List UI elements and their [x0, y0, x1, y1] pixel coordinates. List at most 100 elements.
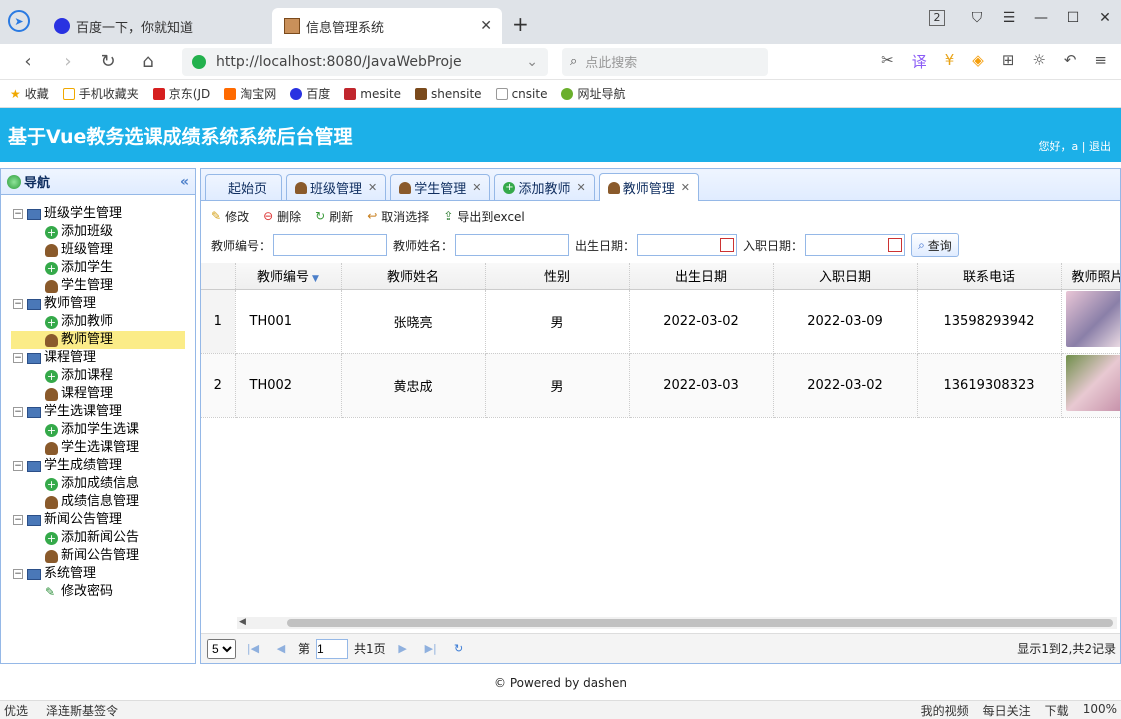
logout-link[interactable]: 退出 — [1089, 140, 1111, 153]
minimize-icon[interactable]: — — [1025, 10, 1057, 26]
tree-item-add-score[interactable]: + 添加成绩信息 — [1, 475, 195, 493]
close-tab-icon[interactable]: ✕ — [577, 181, 586, 194]
status-left-1[interactable]: 优选 — [4, 702, 28, 719]
tree-group-class-student[interactable]: − 班级学生管理 — [1, 205, 195, 223]
tree-item-add-selection[interactable]: + 添加学生选课 — [1, 421, 195, 439]
tree-item-news-manage[interactable]: 新闻公告管理 — [1, 547, 195, 565]
calendar-icon[interactable] — [888, 238, 903, 252]
coin-icon[interactable]: ¥ — [945, 51, 955, 72]
column-header-birth-date[interactable]: 出生日期 — [629, 263, 774, 290]
scrollbar-thumb[interactable] — [287, 619, 1113, 627]
delete-button[interactable]: ⊖ 删除 — [263, 208, 301, 225]
tree-group-course[interactable]: − 课程管理 — [1, 349, 195, 367]
tree-item-class-manage[interactable]: 班级管理 — [1, 241, 195, 259]
tab-student-manage[interactable]: 学生管理 ✕ — [390, 174, 491, 200]
page-number-input[interactable] — [316, 638, 349, 659]
tree-item-teacher-manage[interactable]: 教师管理 — [11, 331, 185, 349]
forward-icon[interactable]: › — [48, 51, 88, 72]
bookmark-mobile[interactable]: 手机收藏夹 — [62, 85, 139, 102]
tree-group-selection[interactable]: − 学生选课管理 — [1, 403, 195, 421]
apps-grid-icon[interactable]: ⊞ — [1002, 51, 1015, 72]
table-row[interactable]: 2 TH002 黄忠成 男 2022-03-03 2022-03-02 1361… — [201, 353, 1120, 418]
column-header-sex[interactable]: 性别 — [485, 263, 630, 290]
tree-item-add-class[interactable]: + 添加班级 — [1, 223, 195, 241]
collapse-toggle-icon[interactable]: − — [13, 209, 23, 219]
teacher-name-input[interactable] — [455, 234, 570, 256]
scroll-left-icon[interactable]: ◀ — [239, 617, 246, 627]
horizontal-scrollbar[interactable]: ◀ — [237, 617, 1117, 629]
table-row[interactable]: 1 TH001 张晓亮 男 2022-03-02 2022-03-09 1359… — [201, 289, 1120, 354]
column-header-phone[interactable]: 联系电话 — [917, 263, 1062, 290]
close-tab-icon[interactable]: ✕ — [480, 18, 492, 34]
bookmark-baidu[interactable]: 百度 — [290, 85, 330, 102]
bookmark-jd[interactable]: 京东(JD — [152, 85, 210, 102]
tree-item-add-teacher[interactable]: + 添加教师 — [1, 313, 195, 331]
browser-tab-info[interactable]: 信息管理系统 ✕ — [272, 8, 502, 44]
tree-item-selection-manage[interactable]: 学生选课管理 — [1, 439, 195, 457]
edit-button[interactable]: ✎ 修改 — [211, 208, 249, 225]
chevron-down-icon[interactable]: ⌄ — [526, 54, 538, 70]
bookmark-taobao[interactable]: 淘宝网 — [224, 85, 276, 102]
reload-icon[interactable]: ↻ — [448, 642, 470, 655]
status-daily[interactable]: 每日关注 — [983, 702, 1031, 719]
status-download[interactable]: 下载 — [1045, 702, 1069, 719]
calendar-icon[interactable] — [720, 238, 735, 252]
home-icon[interactable]: ⌂ — [128, 51, 168, 72]
maximize-icon[interactable]: ☐ — [1057, 10, 1089, 26]
skin-icon[interactable]: ⛉ — [961, 10, 993, 26]
last-page-icon[interactable]: ▶| — [420, 642, 442, 655]
tab-add-teacher[interactable]: + 添加教师 ✕ — [494, 174, 595, 200]
unselect-button[interactable]: ↩ 取消选择 — [367, 208, 429, 225]
close-tab-icon[interactable]: ✕ — [472, 181, 481, 194]
first-page-icon[interactable]: |◀ — [242, 642, 264, 655]
column-header-photo[interactable]: 教师照片 — [1061, 263, 1120, 290]
search-field[interactable]: ⌕ 点此搜索 — [562, 47, 768, 76]
tree-item-add-news[interactable]: + 添加新闻公告 — [1, 529, 195, 547]
column-header-join-date[interactable]: 入职日期 — [773, 263, 918, 290]
tree-group-news[interactable]: − 新闻公告管理 — [1, 511, 195, 529]
collapse-toggle-icon[interactable]: − — [13, 569, 23, 579]
collapse-icon[interactable]: « — [180, 174, 189, 190]
zoom-level[interactable]: 100% — [1083, 702, 1117, 719]
status-video[interactable]: 我的视频 — [921, 702, 969, 719]
tree-group-system[interactable]: − 系统管理 — [1, 565, 195, 583]
back-icon[interactable]: ‹ — [8, 51, 48, 72]
next-page-icon[interactable]: ▶ — [392, 642, 414, 655]
brightness-icon[interactable]: ☼ — [1032, 51, 1045, 72]
status-left-2[interactable]: 泽连斯基签令 — [46, 702, 118, 719]
close-window-icon[interactable]: ✕ — [1089, 10, 1121, 26]
tree-item-add-course[interactable]: + 添加课程 — [1, 367, 195, 385]
close-tab-icon[interactable]: ✕ — [681, 181, 690, 194]
tree-group-teacher[interactable]: − 教师管理 — [1, 295, 195, 313]
menu-icon[interactable]: ☰ — [993, 10, 1025, 26]
tab-count-badge[interactable]: 2 — [929, 10, 945, 26]
tree-item-course-manage[interactable]: 课程管理 — [1, 385, 195, 403]
query-button[interactable]: ⌕ 查询 — [911, 233, 959, 257]
collapse-toggle-icon[interactable]: − — [13, 461, 23, 471]
teacher-no-input[interactable] — [273, 234, 388, 256]
browser-tab-baidu[interactable]: 百度一下，你就知道 — [42, 8, 272, 44]
collapse-toggle-icon[interactable]: − — [13, 299, 23, 309]
join-date-input[interactable] — [805, 234, 906, 256]
tab-teacher-manage[interactable]: 教师管理 ✕ — [598, 173, 699, 201]
birth-date-input[interactable] — [637, 234, 738, 256]
tree-item-score-manage[interactable]: 成绩信息管理 — [1, 493, 195, 511]
tab-class-manage[interactable]: 班级管理 ✕ — [286, 174, 387, 200]
collapse-toggle-icon[interactable]: − — [13, 353, 23, 363]
undo-icon[interactable]: ↶ — [1064, 51, 1077, 72]
column-header-teacher-name[interactable]: 教师姓名 — [341, 263, 486, 290]
translate-icon[interactable]: 译 — [912, 51, 927, 72]
tree-item-add-student[interactable]: + 添加学生 — [1, 259, 195, 277]
bookmark-shensite[interactable]: shensite — [415, 87, 482, 101]
browser-logo-icon[interactable]: ➤ — [8, 10, 30, 32]
page-size-select[interactable]: 5 — [207, 638, 236, 659]
reload-icon[interactable]: ↻ — [88, 51, 128, 72]
tree-group-score[interactable]: − 学生成绩管理 — [1, 457, 195, 475]
collapse-toggle-icon[interactable]: − — [13, 407, 23, 417]
prev-page-icon[interactable]: ◀ — [270, 642, 292, 655]
game-icon[interactable]: ◈ — [972, 51, 984, 72]
bookmark-cnsite[interactable]: cnsite — [495, 87, 547, 101]
bookmark-nav[interactable]: 网址导航 — [561, 85, 625, 102]
export-button[interactable]: ⇪ 导出到excel — [443, 208, 524, 225]
bookmark-mesite[interactable]: mesite — [344, 87, 401, 101]
